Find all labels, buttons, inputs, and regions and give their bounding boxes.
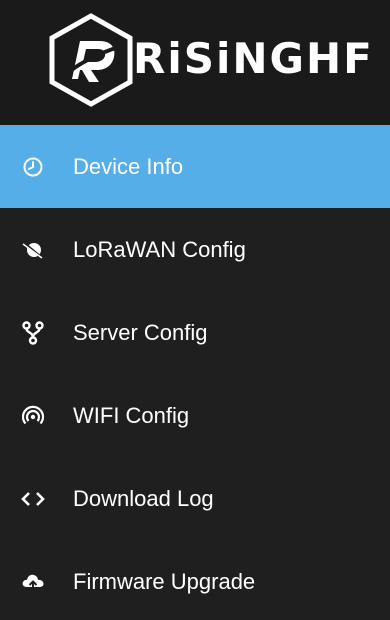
menu-item-server-config[interactable]: Server Config (0, 291, 390, 374)
menu-item-device-info[interactable]: Device Info (0, 125, 390, 208)
menu-item-label: Device Info (73, 153, 184, 179)
brand-name: RiSiNGHF (133, 34, 374, 83)
menu-item-label: WIFI Config (73, 402, 190, 428)
menu-item-wifi-config[interactable]: WIFI Config (0, 374, 390, 457)
clock-icon (21, 155, 45, 179)
wifi-signal-icon (21, 404, 45, 428)
menu-item-label: Download Log (73, 485, 214, 511)
menu-item-lorawan-config[interactable]: LoRaWAN Config (0, 208, 390, 291)
brand-header: RiSiNGHF (0, 0, 390, 125)
menu-item-label: Firmware Upgrade (73, 568, 256, 594)
menu-item-label: Server Config (73, 319, 208, 345)
fork-icon (21, 320, 45, 345)
sidebar: RiSiNGHF Device Info LoRaWAN Config Serv… (0, 0, 390, 620)
brand-logo-icon (49, 13, 133, 107)
satellite-icon (21, 238, 45, 262)
menu-item-label: LoRaWAN Config (73, 236, 246, 262)
menu-item-firmware-upgrade[interactable]: Firmware Upgrade (0, 540, 390, 620)
cloud-upload-icon (21, 570, 45, 594)
nav-menu: Device Info LoRaWAN Config Server Config… (0, 125, 390, 620)
code-icon (21, 487, 45, 511)
menu-item-download-log[interactable]: Download Log (0, 457, 390, 540)
